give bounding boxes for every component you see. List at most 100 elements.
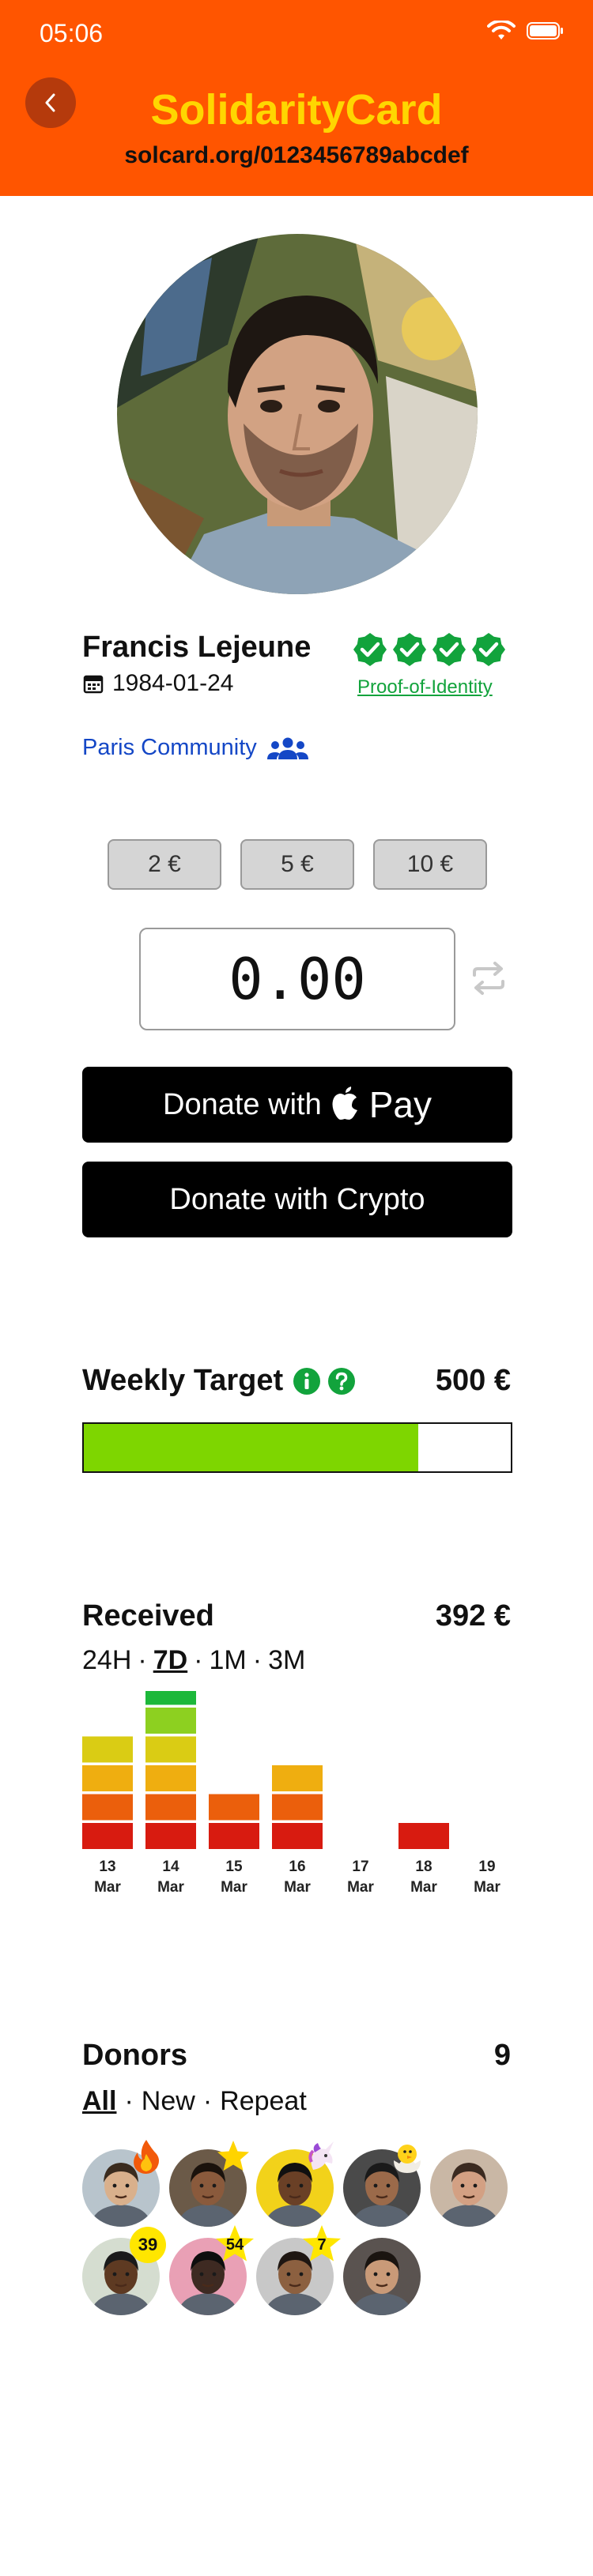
period-separator: ·: [194, 1645, 203, 1675]
filter-separator: ·: [124, 2086, 134, 2116]
battery-icon: [527, 21, 565, 44]
donor-avatar[interactable]: 7: [256, 2225, 341, 2315]
info-icon[interactable]: [293, 1367, 321, 1395]
card-url[interactable]: solcard.org/0123456789abcdef: [0, 142, 593, 169]
filter-separator: ·: [202, 2086, 213, 2116]
x-tick-label: 15 Mar: [202, 1857, 266, 1898]
wifi-icon: [487, 19, 516, 45]
amount-5-button[interactable]: 5 €: [240, 839, 354, 890]
bar-segment-13-4: [82, 1736, 133, 1763]
verified-check-icon: [353, 633, 387, 666]
x-tick-label: 14 Mar: [139, 1857, 202, 1898]
period-option-3m[interactable]: 3M: [268, 1645, 305, 1676]
x-tick-day: 14: [162, 1859, 179, 1875]
donor-avatar[interactable]: 39: [82, 2227, 166, 2315]
weekly-target-title: Weekly Target: [82, 1364, 284, 1397]
filter-option-new[interactable]: New: [142, 2086, 195, 2117]
streak-star-badge: 7: [300, 2224, 343, 2266]
donation-count-badge: 39: [130, 2227, 166, 2263]
bar-segment-13-1: [82, 1823, 133, 1849]
amount-10-button[interactable]: 10 €: [373, 839, 487, 890]
donate-crypto-button[interactable]: Donate with Crypto: [82, 1162, 512, 1237]
donor-photo: [343, 2238, 421, 2315]
verified-check-icon: [472, 633, 505, 666]
x-tick-label: 13 Mar: [76, 1857, 139, 1898]
x-tick-month: Mar: [284, 1879, 311, 1896]
donor-photo: [430, 2149, 508, 2227]
help-icon[interactable]: [327, 1367, 356, 1395]
bar-segment-14-4: [145, 1736, 196, 1763]
chick-icon: [389, 2138, 425, 2175]
x-tick-month: Mar: [157, 1879, 184, 1896]
weekly-target-amount: 500 €: [435, 1364, 511, 1397]
donor-avatar[interactable]: [256, 2141, 334, 2227]
donor-avatar[interactable]: [343, 2238, 421, 2315]
verified-check-icon: [393, 633, 426, 666]
x-tick-label: 16 Mar: [266, 1857, 329, 1898]
currency-swap-icon[interactable]: [470, 961, 508, 1000]
community-label: Paris Community: [82, 735, 257, 760]
x-tick-day: 13: [99, 1859, 116, 1875]
x-tick-month: Mar: [94, 1879, 121, 1896]
bar-segment-14-2: [145, 1794, 196, 1821]
x-tick-month: Mar: [221, 1879, 247, 1896]
community-link[interactable]: Paris Community: [82, 735, 309, 761]
donate-apple-pay-button[interactable]: Donate with Pay: [82, 1067, 512, 1143]
donors-title: Donors: [82, 2039, 187, 2072]
donor-avatar[interactable]: [430, 2149, 508, 2227]
profile-name: Francis Lejeune: [82, 631, 312, 664]
apple-pay-label: Donate with: [163, 1087, 322, 1121]
profile-dob: 1984-01-24: [82, 670, 233, 697]
period-separator: ·: [252, 1645, 263, 1675]
bar-segment-16-1: [272, 1823, 323, 1849]
period-selector: 24H · 7D · 1M · 3M: [82, 1645, 305, 1676]
x-tick-month: Mar: [410, 1879, 437, 1896]
progress-fill: [84, 1424, 419, 1471]
x-tick-label: 19 Mar: [455, 1857, 519, 1898]
donor-avatar[interactable]: 54: [169, 2225, 254, 2315]
group-icon: [266, 737, 308, 759]
bar-segment-14-5: [145, 1708, 196, 1734]
bar-segment-13-2: [82, 1794, 133, 1821]
profile-photo: [117, 234, 478, 594]
bar-segment-14-6: [145, 1678, 196, 1705]
bar-segment-14-1: [145, 1823, 196, 1849]
bar-segment-16-3: [272, 1765, 323, 1791]
donor-avatar[interactable]: [169, 2141, 249, 2227]
x-tick-month: Mar: [347, 1879, 374, 1896]
x-tick-day: 17: [352, 1859, 369, 1875]
dob-value: 1984-01-24: [112, 670, 234, 696]
bar-segment-15-1: [209, 1823, 259, 1849]
app-header: 05:06 SolidarityCard solcard.org/0123456…: [0, 0, 593, 196]
period-option-1m[interactable]: 1M: [210, 1645, 247, 1676]
donor-avatar[interactable]: [343, 2145, 421, 2227]
bar-segment-18-1: [398, 1823, 449, 1849]
period-option-7d[interactable]: 7D: [153, 1645, 187, 1676]
filter-option-repeat[interactable]: Repeat: [220, 2086, 307, 2117]
donation-amount-input[interactable]: 0.00: [139, 928, 455, 1030]
x-tick-day: 19: [478, 1859, 496, 1875]
x-tick-label: 17 Mar: [329, 1857, 392, 1898]
apple-logo-icon: [332, 1087, 357, 1120]
app-title: SolidarityCard: [150, 86, 443, 134]
bar-segment-15-2: [209, 1794, 259, 1821]
x-tick-day: 16: [289, 1859, 306, 1875]
star-icon: [215, 2138, 251, 2175]
status-icons: [487, 19, 565, 45]
received-title: Received: [82, 1599, 214, 1633]
donor-filter: All · New · Repeat: [82, 2086, 307, 2117]
bar-segment-14-3: [145, 1765, 196, 1791]
filter-option-all[interactable]: All: [82, 2086, 116, 2117]
amount-2-button[interactable]: 2 €: [108, 839, 221, 890]
verification-badges: [353, 632, 506, 667]
unicorn-icon: [302, 2138, 338, 2175]
fire-icon: [128, 2138, 164, 2175]
streak-star-badge: 54: [213, 2224, 256, 2266]
donor-avatar[interactable]: [82, 2140, 160, 2227]
period-separator: ·: [138, 1645, 147, 1675]
weekly-target-progress-bar: [82, 1422, 512, 1473]
badge-count: 7: [317, 2235, 327, 2254]
proof-of-identity-link[interactable]: Proof-of-Identity: [357, 676, 493, 699]
x-tick-day: 15: [225, 1859, 243, 1875]
period-option-24h[interactable]: 24H: [82, 1645, 131, 1676]
